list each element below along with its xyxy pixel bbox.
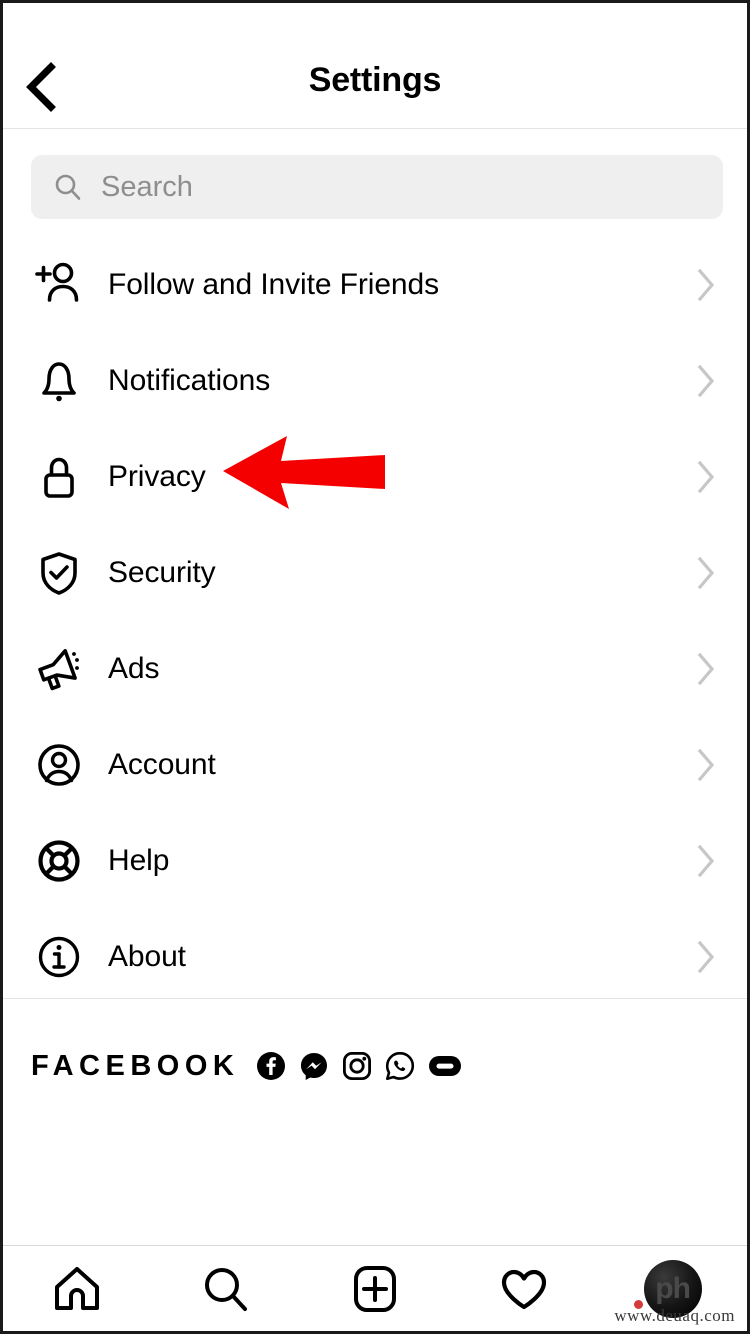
facebook-app-icons: [256, 1051, 462, 1081]
settings-row-label: Privacy: [108, 460, 206, 493]
chevron-right-icon: [691, 940, 721, 974]
settings-row-label: Notifications: [108, 364, 271, 397]
chevron-right-icon: [691, 364, 721, 398]
nav-item-search[interactable]: [152, 1246, 301, 1332]
nav-item-activity[interactable]: [449, 1246, 598, 1332]
chevron-right-icon: [691, 556, 721, 590]
bell-icon: [33, 355, 85, 407]
facebook-brand-row: FACEBOOK: [3, 1038, 747, 1094]
megaphone-icon: [33, 643, 85, 695]
site-watermark: www.deuaq.com: [614, 1306, 735, 1325]
search-icon: [55, 174, 81, 200]
search-placeholder: Search: [101, 170, 193, 203]
home-icon: [55, 1266, 100, 1310]
instagram-icon: [343, 1052, 372, 1081]
search-icon: [205, 1267, 248, 1311]
page-title: Settings: [308, 61, 442, 99]
chevron-right-icon: [691, 652, 721, 686]
settings-row-label: Account: [108, 748, 216, 781]
search-input[interactable]: Search: [31, 155, 723, 219]
settings-list: Follow and Invite Friends Notifications: [3, 237, 747, 1005]
chevron-right-icon: [691, 844, 721, 878]
settings-row-privacy[interactable]: Privacy: [3, 429, 747, 525]
avatar-initials: ph: [655, 1271, 691, 1305]
chevron-right-icon: [691, 268, 721, 302]
settings-row-notifications[interactable]: Notifications: [3, 333, 747, 429]
person-circle-icon: [33, 739, 85, 791]
shield-check-icon: [33, 547, 85, 599]
settings-row-account[interactable]: Account: [3, 717, 747, 813]
nav-item-create[interactable]: [301, 1246, 450, 1332]
nav-item-home[interactable]: [3, 1246, 152, 1332]
settings-row-label: Help: [108, 844, 170, 877]
settings-row-label: Security: [108, 556, 216, 589]
section-divider: [3, 998, 747, 999]
plus-square-icon: [353, 1265, 396, 1312]
person-add-icon: [33, 259, 85, 311]
settings-row-help[interactable]: Help: [3, 813, 747, 909]
facebook-section: FACEBOOK: [3, 1038, 747, 1094]
info-circle-icon: [33, 931, 85, 983]
settings-row-label: About: [108, 940, 186, 973]
bottom-navigation-bar: ph www.deuaq.com: [3, 1245, 747, 1331]
facebook-icon: [257, 1052, 286, 1080]
phone-screen: Settings Search Follow and Invite Friend…: [0, 0, 750, 1334]
portal-icon: [429, 1056, 462, 1076]
whatsapp-icon: [386, 1051, 415, 1080]
settings-row-label: Follow and Invite Friends: [108, 268, 439, 301]
life-ring-icon: [33, 835, 85, 887]
lock-icon: [33, 451, 85, 503]
messenger-icon: [301, 1053, 328, 1080]
chevron-right-icon: [691, 748, 721, 782]
settings-row-security[interactable]: Security: [3, 525, 747, 621]
settings-row-label: Ads: [108, 652, 160, 685]
settings-row-follow-and-invite-friends[interactable]: Follow and Invite Friends: [3, 237, 747, 333]
settings-row-ads[interactable]: Ads: [3, 621, 747, 717]
settings-row-about[interactable]: About: [3, 909, 747, 1005]
chevron-right-icon: [691, 460, 721, 494]
facebook-wordmark: FACEBOOK: [31, 1049, 240, 1082]
heart-icon: [501, 1269, 546, 1309]
app-header: Settings: [3, 3, 747, 129]
